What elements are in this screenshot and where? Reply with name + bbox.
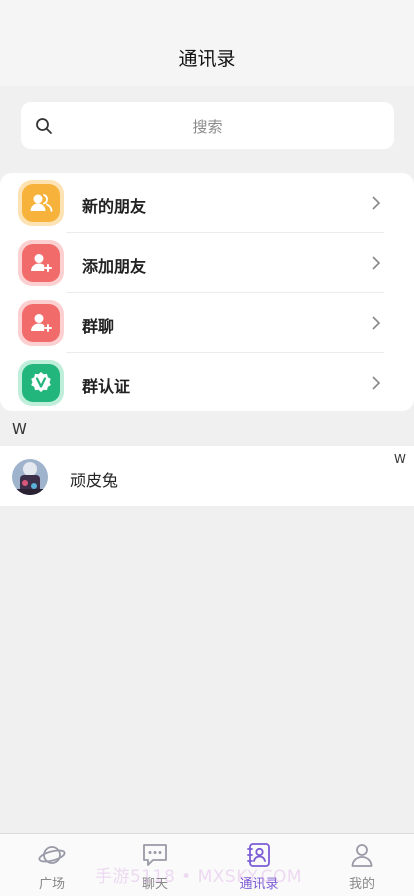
chevron-right-icon: [372, 316, 381, 330]
tab-plaza[interactable]: 广场: [0, 834, 104, 896]
add-friend-icon: [18, 240, 64, 286]
menu-item-add-friend[interactable]: 添加朋友: [0, 233, 414, 293]
page-title: 通讯录: [178, 48, 236, 70]
menu-item-label: 群聊: [82, 317, 115, 336]
search-placeholder: 搜索: [192, 118, 223, 136]
contact-list: 顽皮兔: [0, 446, 414, 506]
top-bar: 通讯录: [0, 0, 414, 86]
avatar: [12, 459, 48, 495]
group-chat-icon: [18, 300, 64, 346]
planet-icon: [38, 846, 66, 864]
menu-item-group-verify[interactable]: 群认证: [0, 353, 414, 413]
section-letter: W: [12, 420, 27, 438]
chevron-right-icon: [372, 196, 381, 210]
menu-item-label: 新的朋友: [82, 197, 147, 216]
tab-me[interactable]: 我的: [310, 834, 414, 896]
chevron-right-icon: [372, 256, 381, 270]
contacts-menu: 新的朋友 添加朋友 群聊 群认证: [0, 173, 414, 411]
contact-name: 顽皮兔: [70, 471, 119, 490]
tab-label: 广场: [38, 877, 65, 892]
menu-item-group-chat[interactable]: 群聊: [0, 293, 414, 353]
group-verify-icon: [18, 360, 64, 406]
profile-icon: [351, 844, 373, 867]
search-bar[interactable]: 搜索: [21, 102, 394, 149]
tab-label: 我的: [348, 877, 375, 892]
alphabet-index-letter[interactable]: W: [394, 452, 406, 466]
menu-item-label: 群认证: [82, 377, 131, 396]
watermark: 手游5118 • MXSKY.COM: [95, 867, 303, 887]
new-friends-icon: [18, 180, 64, 226]
menu-item-label: 添加朋友: [82, 257, 147, 276]
menu-item-new-friends[interactable]: 新的朋友: [0, 173, 414, 233]
chevron-right-icon: [372, 376, 381, 390]
